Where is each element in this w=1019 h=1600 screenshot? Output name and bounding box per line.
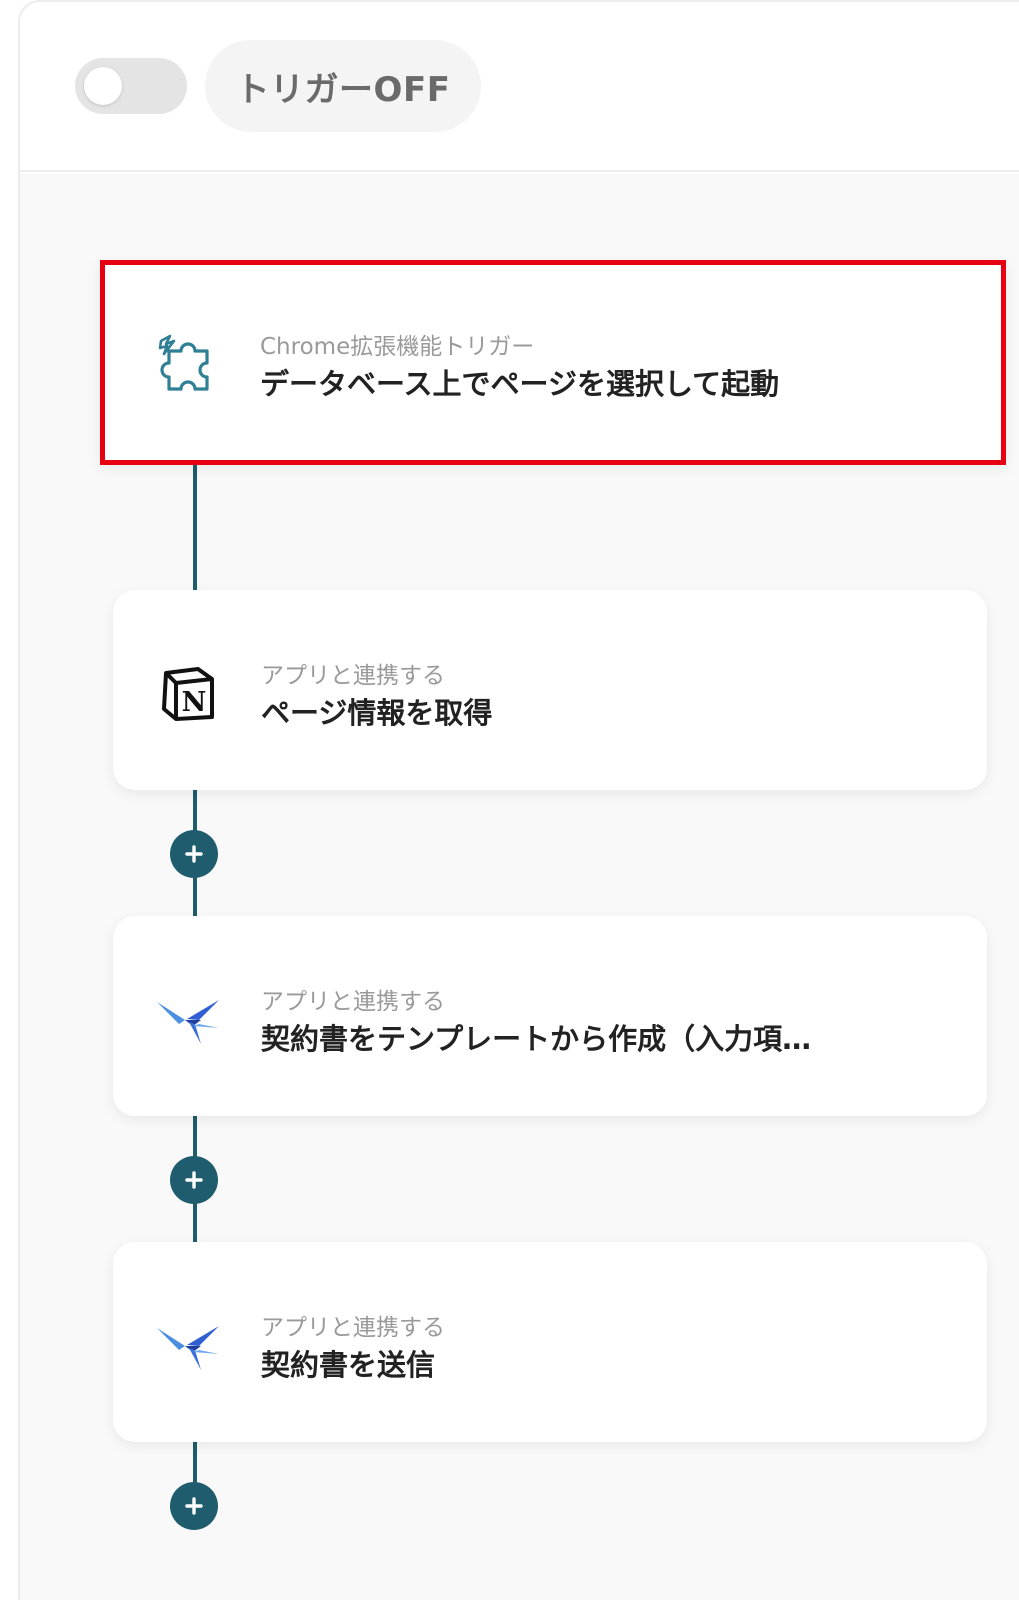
flow-canvas: Chrome拡張機能トリガー データベース上でページを選択して起動 N アプリと…: [20, 174, 1019, 1600]
bird-icon: [155, 1312, 221, 1378]
trigger-toggle[interactable]: [75, 58, 187, 114]
trigger-status-label: トリガーOFF: [235, 69, 451, 110]
step-title: 契約書を送信: [261, 1348, 436, 1382]
flow-step-create-contract[interactable]: アプリと連携する 契約書をテンプレートから作成（入力項…: [113, 916, 987, 1116]
step-subtitle: アプリと連携する: [261, 663, 445, 689]
plus-icon: [185, 845, 203, 863]
step-subtitle: Chrome拡張機能トリガー: [260, 334, 535, 360]
step-subtitle: アプリと連携する: [261, 1315, 445, 1341]
step-subtitle: アプリと連携する: [261, 989, 445, 1015]
flow-editor-panel: トリガーOFF Chrome拡張機能トリガー データベース上でページを選択して起…: [18, 0, 1019, 1600]
step-title: 契約書をテンプレートから作成（入力項…: [261, 1022, 812, 1056]
flow-header: トリガーOFF: [20, 2, 1019, 172]
flow-connector: [193, 464, 197, 590]
toggle-knob: [84, 67, 122, 105]
flow-step-trigger[interactable]: Chrome拡張機能トリガー データベース上でページを選択して起動: [100, 260, 1006, 465]
step-title: ページ情報を取得: [261, 696, 493, 730]
plus-icon: [185, 1171, 203, 1189]
add-step-button[interactable]: [170, 1156, 218, 1204]
plus-icon: [185, 1497, 203, 1515]
add-step-button[interactable]: [170, 1482, 218, 1530]
step-title: データベース上でページを選択して起動: [260, 367, 780, 401]
puzzle-icon: [155, 331, 221, 397]
flow-step-notion[interactable]: N アプリと連携する ページ情報を取得: [113, 590, 987, 790]
trigger-status-badge: トリガーOFF: [205, 40, 481, 132]
flow-step-send-contract[interactable]: アプリと連携する 契約書を送信: [113, 1242, 987, 1442]
svg-text:N: N: [182, 687, 207, 718]
add-step-button[interactable]: [170, 830, 218, 878]
notion-logo-icon: N: [155, 660, 221, 726]
bird-icon: [155, 986, 221, 1052]
